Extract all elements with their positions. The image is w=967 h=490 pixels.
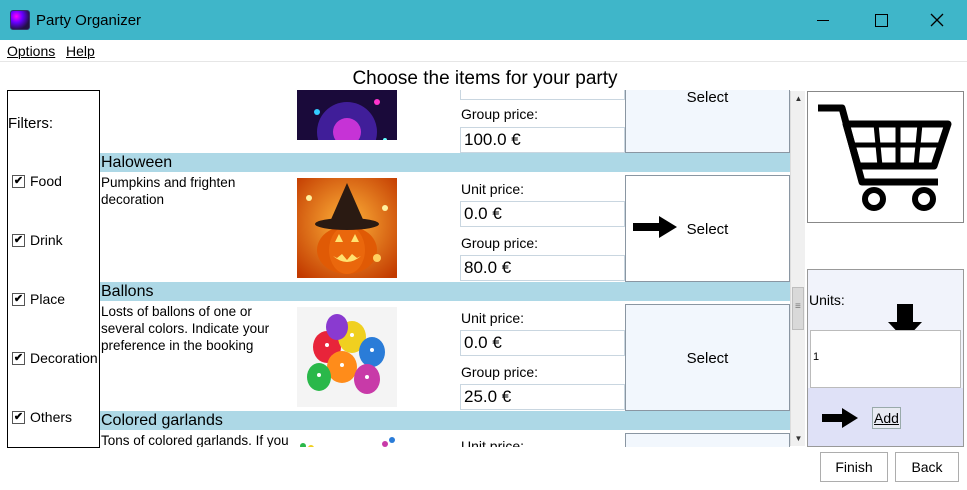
checkbox-checked-icon[interactable]: ✔ <box>12 351 25 365</box>
finish-button[interactable]: Finish <box>820 452 888 482</box>
arrow-right-icon <box>633 216 677 238</box>
filters-title: Filters: <box>8 115 53 132</box>
checkbox-checked-icon[interactable]: ✔ <box>12 174 25 188</box>
title-bar: Party Organizer <box>0 0 967 40</box>
group-price-label: Group price: <box>461 106 539 122</box>
list-item: Colored garlands Tons of colored garland… <box>100 411 790 447</box>
item-description: Losts of ballons of one or several color… <box>101 304 270 353</box>
group-price-field: 25.0 € <box>460 384 625 410</box>
units-label: Units: <box>809 292 845 308</box>
list-item: 0.0 € Group price: 100.0 € Select <box>100 90 790 153</box>
shopping-cart-icon <box>818 104 952 211</box>
vertical-scrollbar[interactable]: ▲ ▼ <box>790 91 805 446</box>
select-label: Select <box>686 350 729 367</box>
filters-panel: Filters: ✔ Food ✔ Drink ✔ Place ✔ Decora… <box>7 90 100 448</box>
units-input[interactable]: 1 <box>810 330 961 388</box>
select-button[interactable]: Select <box>625 90 790 153</box>
pumpkin-image <box>297 178 397 278</box>
back-button[interactable]: Back <box>895 452 959 482</box>
filter-label: Decoration <box>30 350 98 366</box>
item-title: Colored garlands <box>100 411 790 430</box>
cart-panel <box>807 91 964 223</box>
group-price-field: 80.0 € <box>460 255 625 281</box>
group-price-field: 100.0 € <box>460 127 625 153</box>
arrow-right-icon <box>822 408 858 428</box>
unit-price-field: 0.0 € <box>460 90 625 100</box>
select-button[interactable] <box>625 433 790 447</box>
units-panel: Units: 1 Add <box>807 269 964 447</box>
filter-drink[interactable]: ✔ Drink <box>12 232 63 248</box>
disco-lights-image <box>297 90 397 140</box>
page-heading: Choose the items for your party <box>352 68 618 89</box>
list-item: Ballons Losts of ballons of one or sever… <box>100 282 790 411</box>
garlands-image <box>297 436 397 447</box>
balloons-image <box>297 307 397 407</box>
scrollbar-thumb[interactable] <box>792 287 804 330</box>
menu-options[interactable]: Options <box>7 43 55 59</box>
item-description: Tons of colored garlands. If you <box>101 433 289 447</box>
group-price-label: Group price: <box>461 364 539 380</box>
checkbox-checked-icon[interactable]: ✔ <box>12 410 25 424</box>
filter-label: Place <box>30 291 66 307</box>
group-price-label: Group price: <box>461 235 539 251</box>
item-title: Ballons <box>100 282 790 301</box>
unit-price-label: Unit price: <box>461 438 525 447</box>
unit-price-field: 0.0 € <box>460 201 625 227</box>
filter-others[interactable]: ✔ Others <box>12 409 72 425</box>
select-label: Select <box>686 221 729 238</box>
app-icon <box>10 10 30 30</box>
select-button[interactable]: Select <box>625 304 790 411</box>
add-area: Add <box>808 388 963 446</box>
filter-label: Food <box>30 173 62 189</box>
close-button[interactable] <box>914 0 960 40</box>
menu-help[interactable]: Help <box>66 43 95 59</box>
minimize-button[interactable] <box>800 0 846 40</box>
filter-place[interactable]: ✔ Place <box>12 291 65 307</box>
unit-price-label: Unit price: <box>461 181 525 197</box>
filter-label: Others <box>30 409 73 425</box>
filter-decoration[interactable]: ✔ Decoration <box>12 350 98 366</box>
unit-price-field: 0.0 € <box>460 330 625 356</box>
select-button[interactable]: Select <box>625 175 790 282</box>
select-label: Select <box>686 90 729 106</box>
scroll-up-icon[interactable]: ▲ <box>791 91 806 106</box>
checkbox-checked-icon[interactable]: ✔ <box>12 292 25 306</box>
scroll-down-icon[interactable]: ▼ <box>791 431 806 446</box>
unit-price-label: Unit price: <box>461 310 525 326</box>
party-organizer-window: Party Organizer Options Help Choose the … <box>0 0 967 490</box>
item-description: Pumpkins and frighten decoration <box>101 175 236 207</box>
maximize-button[interactable] <box>858 0 904 40</box>
item-title: Haloween <box>100 153 790 172</box>
back-label: Back <box>911 459 943 475</box>
close-icon <box>930 13 944 27</box>
window-title: Party Organizer <box>36 12 142 29</box>
finish-label: Finish <box>835 459 873 475</box>
items-list: 0.0 € Group price: 100.0 € Select Halowe… <box>100 90 790 447</box>
add-button[interactable]: Add <box>872 407 901 429</box>
filter-food[interactable]: ✔ Food <box>12 173 62 189</box>
menu-bar: Options Help <box>0 40 967 62</box>
list-item: Haloween Pumpkins and frighten decoratio… <box>100 153 790 282</box>
checkbox-checked-icon[interactable]: ✔ <box>12 233 25 247</box>
filter-label: Drink <box>30 232 63 248</box>
